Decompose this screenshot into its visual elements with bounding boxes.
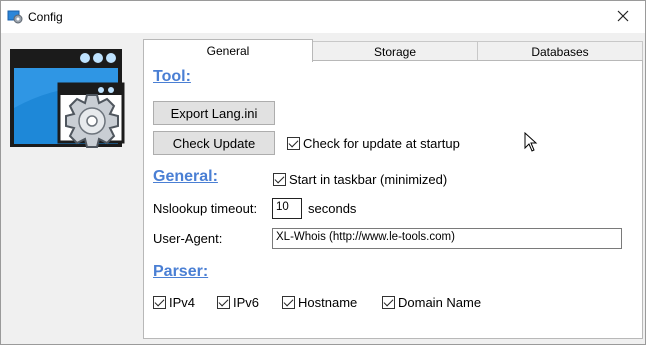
parser-option-label: IPv4: [169, 295, 196, 310]
parser-ipv4-checkbox[interactable]: IPv4: [153, 295, 195, 310]
config-window: Config General Storage Databases Tool: E…: [0, 0, 646, 345]
user-agent-label: User-Agent:: [153, 231, 223, 246]
parser-domain-name-checkbox[interactable]: Domain Name: [382, 295, 481, 310]
parser-hostname-checkbox[interactable]: Hostname: [282, 295, 357, 310]
gear-window-icon: [7, 8, 23, 24]
checkbox-box: [217, 296, 230, 309]
title-bar: Config: [1, 1, 645, 33]
checkbox-box: [282, 296, 295, 309]
check-startup-label: Check for update at startup: [303, 136, 460, 151]
parser-heading: Parser:: [153, 263, 209, 280]
tab-databases[interactable]: Databases: [477, 41, 643, 61]
user-agent-input[interactable]: XL-Whois (http://www.le-tools.com): [272, 228, 622, 249]
app-logo-icon: [9, 48, 129, 154]
mouse-cursor-icon: [524, 131, 538, 152]
tab-label: Databases: [531, 44, 589, 59]
parser-option-label: IPv6: [233, 295, 260, 310]
export-lang-label: Export Lang.ini: [170, 105, 258, 121]
window-title: Config: [28, 10, 63, 24]
start-taskbar-label: Start in taskbar (minimized): [289, 172, 448, 187]
checkbox-box: [287, 137, 300, 150]
nslookup-timeout-label: Nslookup timeout:: [153, 201, 258, 216]
nslookup-timeout-input[interactable]: 10: [272, 198, 302, 219]
general-heading: General:: [153, 168, 218, 185]
parser-ipv6-checkbox[interactable]: IPv6: [217, 295, 259, 310]
tab-label: Storage: [373, 44, 417, 59]
start-taskbar-checkbox[interactable]: Start in taskbar (minimized): [273, 172, 447, 187]
general-tab-panel: Tool: Export Lang.ini Check Update Check…: [143, 60, 643, 339]
export-lang-button[interactable]: Export Lang.ini: [153, 101, 275, 125]
checkbox-box: [382, 296, 395, 309]
close-icon: [617, 10, 629, 25]
tab-bar: General Storage Databases: [143, 39, 643, 62]
tab-storage[interactable]: Storage: [312, 41, 478, 61]
close-button[interactable]: [609, 5, 637, 29]
checkbox-box: [153, 296, 166, 309]
tab-general[interactable]: General: [143, 39, 313, 62]
check-startup-checkbox[interactable]: Check for update at startup: [287, 136, 460, 151]
tool-heading: Tool:: [153, 68, 191, 85]
parser-option-label: Domain Name: [398, 295, 482, 310]
parser-option-label: Hostname: [298, 295, 358, 310]
check-update-label: Check Update: [172, 135, 256, 151]
checkbox-box: [273, 173, 286, 186]
check-update-button[interactable]: Check Update: [153, 131, 275, 155]
tab-label: General: [206, 44, 250, 58]
seconds-label: seconds: [308, 201, 357, 216]
